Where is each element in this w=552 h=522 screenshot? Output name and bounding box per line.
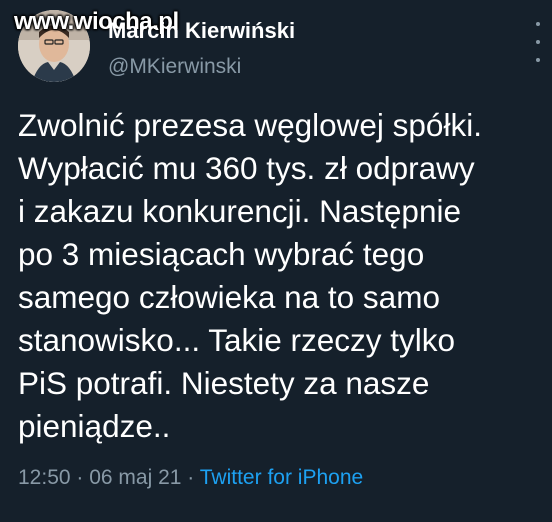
author-handle[interactable]: @MKierwinski	[108, 55, 241, 79]
more-dot	[536, 40, 540, 44]
meta-separator: ·	[70, 466, 90, 489]
tweet-time[interactable]: 12:50	[18, 466, 71, 489]
tweet: www.wiocha.pl Marcin Kierwiński @MKierwi…	[0, 0, 552, 522]
tweet-text: Zwolnić prezesa węglowej spółki. Wypłaci…	[18, 107, 482, 444]
author-name[interactable]: Marcin Kierwiński	[108, 18, 295, 44]
meta-separator: ·	[181, 466, 200, 489]
tweet-date[interactable]: 06 maj 21	[89, 466, 181, 489]
more-dot	[536, 58, 540, 62]
more-vertical-icon[interactable]	[530, 22, 546, 62]
tweet-source-link[interactable]: Twitter for iPhone	[200, 466, 363, 489]
tweet-meta: 12:50 · 06 maj 21 · Twitter for iPhone	[18, 466, 363, 490]
more-dot	[536, 22, 540, 26]
